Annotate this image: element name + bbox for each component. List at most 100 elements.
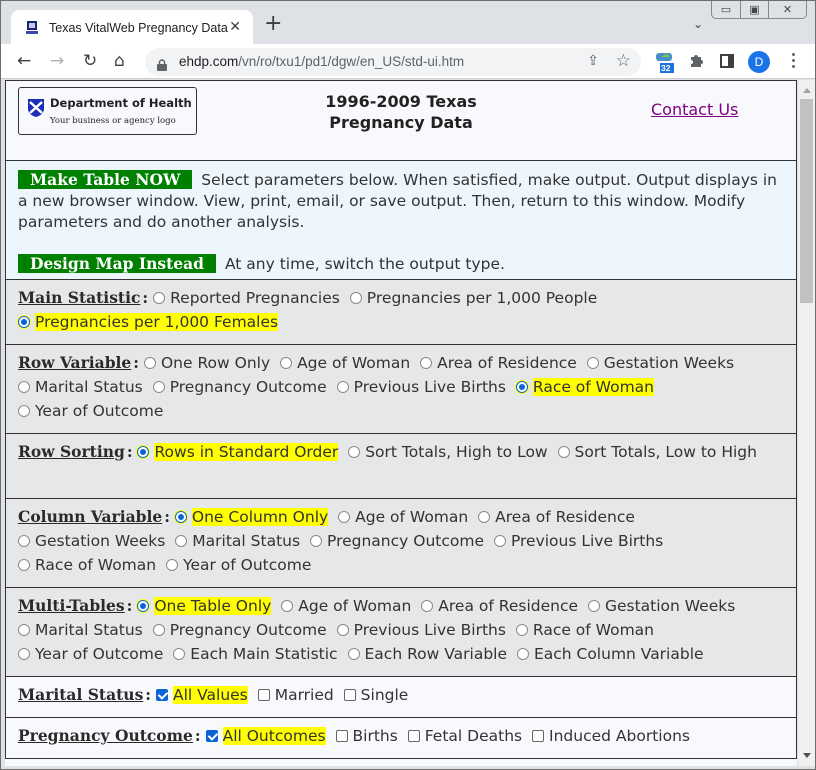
radio-unselected[interactable] <box>586 357 599 369</box>
option-gestation-weeks[interactable]: Gestation Weeks <box>586 351 734 375</box>
radio-unselected[interactable] <box>18 624 30 636</box>
option-area-of-residence[interactable]: Area of Residence <box>421 594 578 618</box>
option-gestation-weeks[interactable]: Gestation Weeks <box>18 529 165 553</box>
radio-unselected[interactable] <box>143 357 156 369</box>
reload-icon[interactable]: ↻ <box>83 51 97 71</box>
radio-selected[interactable] <box>515 381 528 393</box>
option-fetal-deaths[interactable]: Fetal Deaths <box>407 724 522 748</box>
option-previous-live-births[interactable]: Previous Live Births <box>336 618 506 642</box>
option-age-of-woman[interactable]: Age of Woman <box>338 505 468 529</box>
radio-unselected[interactable] <box>18 559 30 571</box>
design-map-button[interactable]: Design Map Instead <box>18 254 217 273</box>
radio-unselected[interactable] <box>153 292 166 304</box>
option-age-of-woman[interactable]: Age of Woman <box>281 594 411 618</box>
option-race-of-woman[interactable]: Race of Woman <box>515 618 654 642</box>
radio-unselected[interactable] <box>18 648 30 660</box>
address-bar[interactable]: ehdp.com/vn/ro/txu1/pd1/dgw/en_US/std-ui… <box>145 48 641 76</box>
bookmark-star-icon[interactable]: ☆ <box>616 51 631 71</box>
close-window-icon[interactable]: ✕ <box>768 1 806 18</box>
option-reported-pregnancies[interactable]: Reported Pregnancies <box>153 286 340 310</box>
option-marital-status[interactable]: Marital Status <box>18 618 143 642</box>
option-marital-status[interactable]: Marital Status <box>175 529 300 553</box>
extensions-puzzle-icon[interactable] <box>688 53 704 73</box>
option-sort-totals-low-to-high[interactable]: Sort Totals, Low to High <box>557 440 757 464</box>
option-previous-live-births[interactable]: Previous Live Births <box>493 529 663 553</box>
radio-unselected[interactable] <box>173 648 186 660</box>
option-all-values[interactable]: All Values <box>155 683 248 707</box>
option-marital-status[interactable]: Marital Status <box>18 375 143 399</box>
make-table-button[interactable]: Make Table NOW <box>18 170 193 189</box>
menu-kebab-icon[interactable] <box>792 53 796 71</box>
forward-icon[interactable]: → <box>50 51 64 71</box>
checkbox-checked[interactable] <box>205 730 218 742</box>
checkbox-unchecked[interactable] <box>257 689 270 701</box>
option-one-row-only[interactable]: One Row Only <box>143 351 270 375</box>
home-icon[interactable]: ⌂ <box>114 51 125 71</box>
option-pregnancies-per-1-000-people[interactable]: Pregnancies per 1,000 People <box>349 286 597 310</box>
option-pregnancy-outcome[interactable]: Pregnancy Outcome <box>310 529 484 553</box>
radio-unselected[interactable] <box>152 624 165 636</box>
checkbox-unchecked[interactable] <box>407 730 420 742</box>
vertical-scrollbar[interactable] <box>797 80 815 766</box>
back-icon[interactable]: ← <box>17 51 31 71</box>
contact-us-link[interactable]: Contact Us <box>651 100 738 119</box>
restore-icon[interactable]: ▣ <box>740 1 768 18</box>
minimize-icon[interactable]: ▭ <box>712 1 740 18</box>
option-year-of-outcome[interactable]: Year of Outcome <box>166 553 311 577</box>
browser-tab[interactable]: Texas VitalWeb Pregnancy Data - ✕ <box>11 10 253 45</box>
radio-unselected[interactable] <box>348 446 361 458</box>
share-icon[interactable]: ⇪ <box>587 53 599 69</box>
option-pregnancy-outcome[interactable]: Pregnancy Outcome <box>152 618 327 642</box>
radio-unselected[interactable] <box>336 624 349 636</box>
radio-unselected[interactable] <box>280 357 293 369</box>
radio-unselected[interactable] <box>347 648 360 660</box>
radio-unselected[interactable] <box>166 559 179 571</box>
option-previous-live-births[interactable]: Previous Live Births <box>336 375 506 399</box>
radio-unselected[interactable] <box>152 381 165 393</box>
scroll-down-arrow-icon[interactable] <box>803 753 811 758</box>
checkbox-unchecked[interactable] <box>335 730 348 742</box>
radio-selected[interactable] <box>18 316 30 328</box>
radio-selected[interactable] <box>137 446 150 458</box>
option-race-of-woman[interactable]: Race of Woman <box>515 375 654 399</box>
option-gestation-weeks[interactable]: Gestation Weeks <box>587 594 735 618</box>
option-area-of-residence[interactable]: Area of Residence <box>420 351 577 375</box>
option-race-of-woman[interactable]: Race of Woman <box>18 553 156 577</box>
checkbox-unchecked[interactable] <box>343 689 356 701</box>
radio-unselected[interactable] <box>349 292 362 304</box>
option-rows-in-standard-order[interactable]: Rows in Standard Order <box>137 440 339 464</box>
option-pregnancy-outcome[interactable]: Pregnancy Outcome <box>152 375 327 399</box>
radio-unselected[interactable] <box>557 446 570 458</box>
option-sort-totals-high-to-low[interactable]: Sort Totals, High to Low <box>348 440 548 464</box>
radio-unselected[interactable] <box>420 357 433 369</box>
option-induced-abortions[interactable]: Induced Abortions <box>532 724 690 748</box>
radio-unselected[interactable] <box>493 535 506 547</box>
radio-unselected[interactable] <box>336 381 349 393</box>
radio-selected[interactable] <box>174 511 187 523</box>
option-pregnancies-per-1-000-females[interactable]: Pregnancies per 1,000 Females <box>18 310 279 334</box>
radio-unselected[interactable] <box>515 624 528 636</box>
profile-avatar[interactable]: D <box>748 51 770 73</box>
radio-unselected[interactable] <box>175 535 188 547</box>
option-each-main-statistic[interactable]: Each Main Statistic <box>173 642 338 666</box>
option-one-table-only[interactable]: One Table Only <box>137 594 272 618</box>
option-age-of-woman[interactable]: Age of Woman <box>280 351 410 375</box>
radio-unselected[interactable] <box>516 648 529 660</box>
option-year-of-outcome[interactable]: Year of Outcome <box>18 642 163 666</box>
radio-unselected[interactable] <box>18 381 30 393</box>
option-one-column-only[interactable]: One Column Only <box>174 505 329 529</box>
scrollbar-thumb[interactable] <box>800 99 813 303</box>
option-births[interactable]: Births <box>335 724 398 748</box>
radio-unselected[interactable] <box>478 511 491 523</box>
option-married[interactable]: Married <box>257 683 334 707</box>
new-tab-icon[interactable]: + <box>264 13 282 35</box>
radio-unselected[interactable] <box>18 535 30 547</box>
tab-search-chevron-icon[interactable]: ⌄ <box>693 17 703 31</box>
radio-unselected[interactable] <box>338 511 351 523</box>
radio-unselected[interactable] <box>310 535 322 547</box>
option-single[interactable]: Single <box>343 683 408 707</box>
radio-selected[interactable] <box>137 600 150 612</box>
radio-unselected[interactable] <box>18 405 30 417</box>
checkbox-unchecked[interactable] <box>532 730 545 742</box>
extension-icon[interactable]: 32 <box>655 52 675 78</box>
